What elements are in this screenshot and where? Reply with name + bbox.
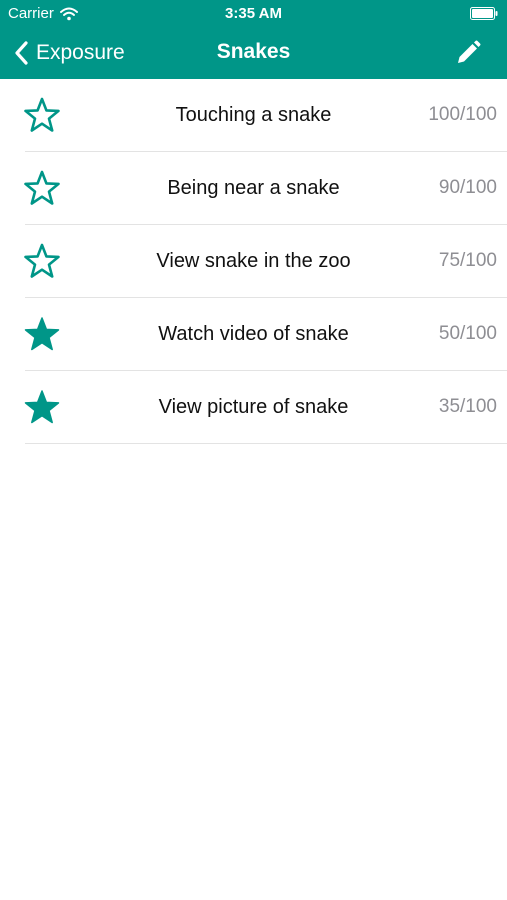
item-score: 35/100 bbox=[438, 396, 497, 417]
list-item[interactable]: View picture of snake 35/100 bbox=[0, 371, 507, 444]
star-outline-icon[interactable] bbox=[23, 170, 61, 207]
item-label: Being near a snake bbox=[167, 177, 340, 199]
star-outline-icon[interactable] bbox=[23, 97, 61, 134]
item-label: View picture of snake bbox=[158, 396, 349, 418]
exposure-list: Touching a snake 100/100 Being near a sn… bbox=[0, 79, 507, 444]
star-filled-icon[interactable] bbox=[23, 389, 61, 426]
item-score: 50/100 bbox=[438, 323, 497, 344]
list-item[interactable]: View snake in the zoo 75/100 bbox=[0, 225, 507, 298]
list-item[interactable]: Touching a snake 100/100 bbox=[0, 79, 507, 152]
item-label: Touching a snake bbox=[175, 104, 332, 126]
status-time: 3:35 AM bbox=[225, 5, 282, 22]
item-score: 75/100 bbox=[438, 250, 497, 271]
page-title: Snakes bbox=[216, 40, 291, 63]
status-bar: Carrier 3:35 AM bbox=[0, 0, 507, 28]
item-score: 100/100 bbox=[428, 104, 497, 125]
list-item[interactable]: Watch video of snake 50/100 bbox=[0, 298, 507, 371]
pencil-icon[interactable] bbox=[453, 38, 483, 68]
star-filled-icon[interactable] bbox=[23, 316, 61, 353]
item-score: 90/100 bbox=[438, 177, 497, 198]
battery-icon bbox=[470, 7, 498, 20]
star-outline-icon[interactable] bbox=[23, 243, 61, 280]
navigation-bar: Exposure Snakes bbox=[0, 28, 507, 79]
item-label: View snake in the zoo bbox=[156, 250, 351, 272]
header: Carrier 3:35 AM Exposure Snakes bbox=[0, 0, 507, 79]
list-item[interactable]: Being near a snake 90/100 bbox=[0, 152, 507, 225]
item-label: Watch video of snake bbox=[158, 323, 349, 345]
